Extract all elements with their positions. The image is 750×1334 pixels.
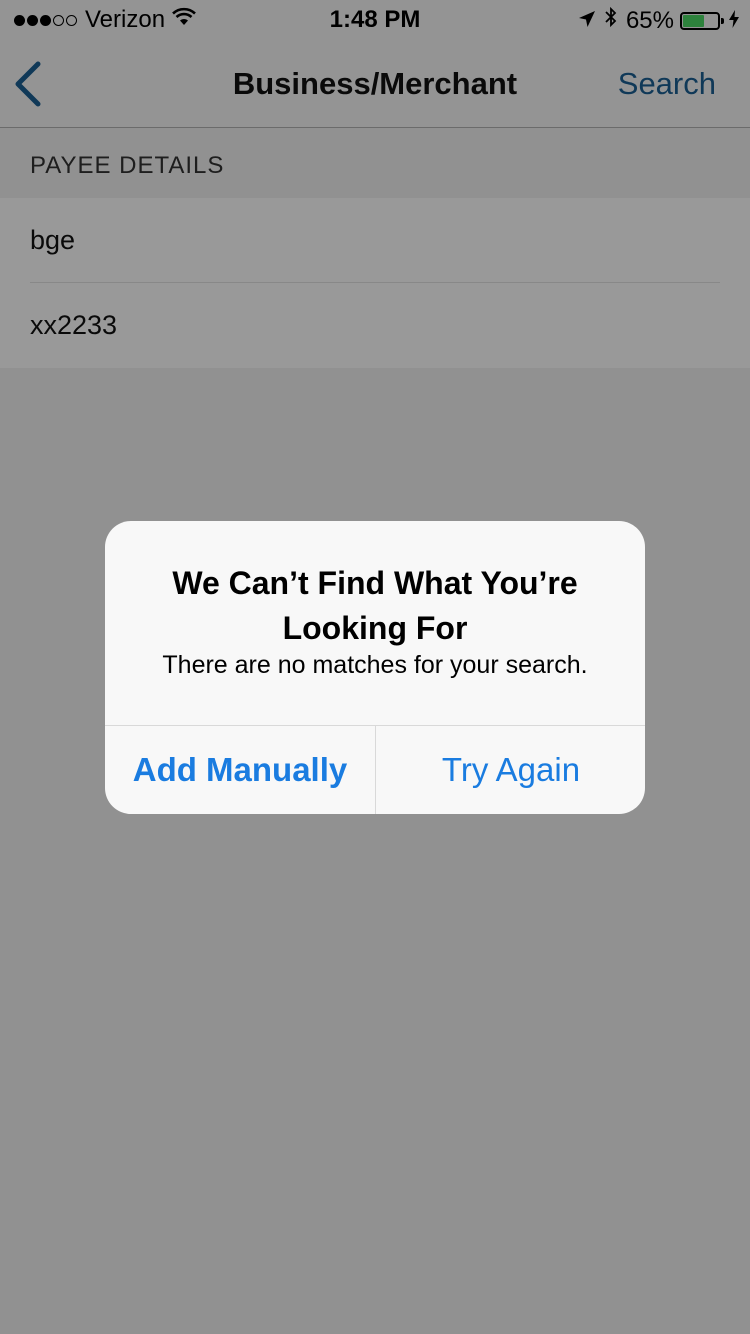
screen: Verizon 1:48 PM 65% Business/Merchant Se…: [0, 0, 750, 1334]
add-manually-button[interactable]: Add Manually: [105, 726, 375, 814]
alert-title: We Can’t Find What You’re Looking For: [172, 565, 578, 646]
no-results-alert: We Can’t Find What You’re Looking For Th…: [105, 521, 645, 814]
alert-message: There are no matches for your search.: [162, 651, 588, 679]
try-again-button[interactable]: Try Again: [376, 726, 645, 814]
